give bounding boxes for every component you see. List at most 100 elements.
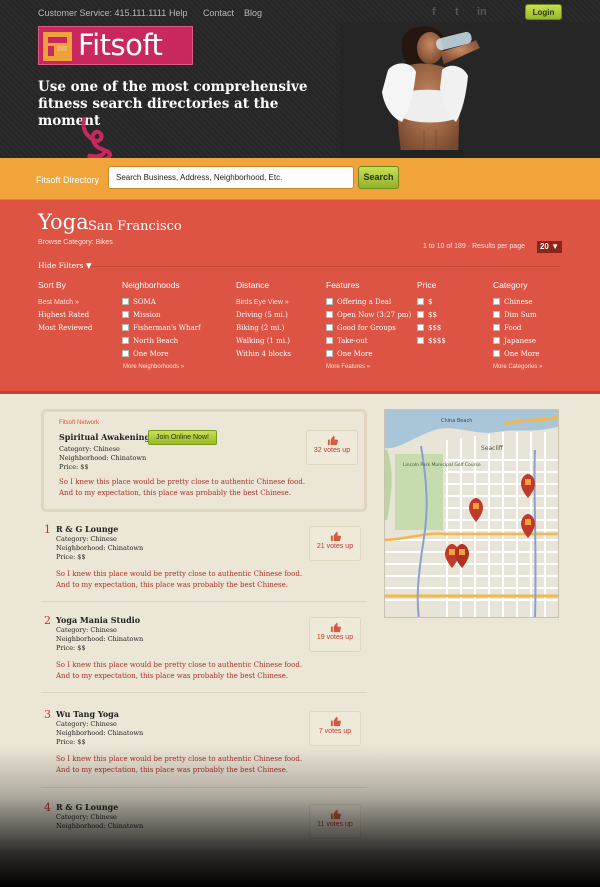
thumbs-up-icon bbox=[330, 809, 341, 820]
checkbox[interactable] bbox=[326, 337, 333, 344]
more-features-link[interactable]: More Features » bbox=[326, 364, 370, 370]
vote-up-button[interactable]: 32 votes up bbox=[306, 430, 358, 465]
map-graphic: China Beach Seacliff Lincoln Park Munici… bbox=[385, 410, 558, 617]
listing-meta: Category: Chinese Neighborhood: Chinatown… bbox=[56, 535, 144, 561]
checkbox[interactable] bbox=[326, 350, 333, 357]
neighborhood-option[interactable]: Fisherman's Wharf bbox=[122, 322, 201, 335]
vote-count: 7 votes up bbox=[318, 728, 352, 735]
distance-option[interactable]: Driving (5 mi.) bbox=[236, 309, 291, 322]
category-option[interactable]: Chinese bbox=[493, 296, 540, 309]
features-title: Features bbox=[326, 280, 360, 290]
checkbox[interactable] bbox=[493, 337, 500, 344]
listing-name[interactable]: Yoga Mania Studio bbox=[56, 615, 140, 625]
list-divider bbox=[41, 787, 367, 788]
twitter-icon[interactable]: t bbox=[455, 6, 459, 18]
search-button[interactable]: Search bbox=[358, 166, 399, 189]
sort-option-highest-rated[interactable]: Highest Rated bbox=[38, 309, 92, 322]
listing-name[interactable]: R & G Lounge bbox=[56, 802, 118, 812]
checkbox[interactable] bbox=[326, 311, 333, 318]
search-input[interactable] bbox=[108, 166, 354, 189]
category-option[interactable]: Japanese bbox=[493, 335, 540, 348]
results-per-page-label: Results per page bbox=[472, 243, 525, 250]
price-option[interactable]: $$$ bbox=[417, 322, 446, 335]
contact-link[interactable]: Contact bbox=[203, 8, 234, 18]
category-option[interactable]: Food bbox=[493, 322, 540, 335]
listing-meta: Category: Chinese Neighborhood: Chinatown bbox=[56, 813, 144, 830]
checkbox[interactable] bbox=[326, 298, 333, 305]
listing-description: So I knew this place would be pretty clo… bbox=[56, 661, 303, 680]
vote-up-button[interactable]: 7 votes up bbox=[309, 711, 361, 746]
results-map[interactable]: China Beach Seacliff Lincoln Park Munici… bbox=[384, 409, 559, 618]
distance-option[interactable]: Biking (2 mi.) bbox=[236, 322, 291, 335]
facebook-icon[interactable]: f bbox=[432, 6, 436, 18]
brand-logo[interactable]: Fitsoft bbox=[38, 26, 193, 65]
feature-option[interactable]: Offering a Deal bbox=[326, 296, 411, 309]
listing-number: 3 bbox=[44, 708, 51, 721]
sort-option-best-match[interactable]: Best Match » bbox=[38, 296, 92, 309]
checkbox[interactable] bbox=[122, 298, 129, 305]
sort-option-most-reviewed[interactable]: Most Reviewed bbox=[38, 322, 92, 335]
vote-up-button[interactable]: 11 votes up bbox=[309, 804, 361, 839]
price-option[interactable]: $ bbox=[417, 296, 446, 309]
feature-option[interactable]: Take-out bbox=[326, 335, 411, 348]
neighborhood-option[interactable]: SOMA bbox=[122, 296, 201, 309]
listing-meta: Category: Chinese Neighborhood: Chinatow… bbox=[59, 445, 147, 471]
price-option[interactable]: $$$$ bbox=[417, 335, 446, 348]
more-neighborhoods-link[interactable]: More Neighborhoods » bbox=[123, 364, 184, 370]
vote-up-button[interactable]: 21 votes up bbox=[309, 526, 361, 561]
per-page-select[interactable]: 20 ▼ bbox=[537, 241, 562, 253]
price-option[interactable]: $$ bbox=[417, 309, 446, 322]
distance-option[interactable]: Walking (1 mi.) bbox=[236, 335, 291, 348]
neighborhood-option[interactable]: North Beach bbox=[122, 335, 201, 348]
listing-name[interactable]: Spiritual Awakening bbox=[59, 432, 150, 442]
join-online-button[interactable]: Join Online Now! bbox=[148, 430, 217, 445]
checkbox[interactable] bbox=[326, 324, 333, 331]
page-title: Yoga bbox=[38, 210, 89, 234]
hide-filters-toggle[interactable]: Hide Filters ▼ bbox=[38, 261, 92, 270]
checkbox[interactable] bbox=[417, 337, 424, 344]
map-label: Lincoln Park Municipal Golf Course bbox=[403, 462, 481, 468]
linkedin-icon[interactable]: in bbox=[477, 6, 487, 18]
checkbox[interactable] bbox=[493, 298, 500, 305]
neighborhood-option[interactable]: Mission bbox=[122, 309, 201, 322]
listing-name[interactable]: Wu Tang Yoga bbox=[56, 709, 119, 719]
checkbox[interactable] bbox=[122, 324, 129, 331]
browse-category: Browse Category: Bikes bbox=[38, 239, 113, 246]
distance-option[interactable]: Within 4 blocks bbox=[236, 348, 291, 361]
vote-count: 19 votes up bbox=[316, 634, 354, 641]
distance-title: Distance bbox=[236, 280, 270, 290]
login-button[interactable]: Login bbox=[525, 4, 562, 20]
blog-link[interactable]: Blog bbox=[244, 8, 262, 18]
feature-option[interactable]: Open Now (3:27 pm) bbox=[326, 309, 411, 322]
featured-listing: Fitsoft Network Spiritual Awakening Join… bbox=[41, 409, 367, 512]
checkbox[interactable] bbox=[417, 298, 424, 305]
checkbox[interactable] bbox=[493, 311, 500, 318]
vote-up-button[interactable]: 19 votes up bbox=[309, 617, 361, 652]
category-option[interactable]: One More bbox=[493, 348, 540, 361]
listing-number: 1 bbox=[44, 523, 51, 536]
swirl-decoration-icon bbox=[81, 117, 113, 158]
listing-description: So I knew this place would be pretty clo… bbox=[59, 478, 306, 497]
vote-count: 11 votes up bbox=[317, 821, 353, 828]
feature-option[interactable]: One More bbox=[326, 348, 411, 361]
checkbox[interactable] bbox=[122, 350, 129, 357]
thumbs-up-icon bbox=[330, 716, 341, 727]
map-marker-icon[interactable] bbox=[469, 498, 483, 522]
checkbox[interactable] bbox=[493, 324, 500, 331]
listing-name[interactable]: R & G Lounge bbox=[56, 524, 118, 534]
help-link[interactable]: Help bbox=[169, 8, 188, 18]
distance-option[interactable]: Birds Eye View » bbox=[236, 296, 291, 309]
checkbox[interactable] bbox=[417, 311, 424, 318]
checkbox[interactable] bbox=[122, 337, 129, 344]
more-categories-link[interactable]: More Categories » bbox=[493, 364, 542, 370]
hero-fitness-photo bbox=[340, 22, 600, 158]
feature-option[interactable]: Good for Groups bbox=[326, 322, 411, 335]
checkbox[interactable] bbox=[493, 350, 500, 357]
neighborhood-option[interactable]: One More bbox=[122, 348, 201, 361]
map-label: China Beach bbox=[441, 418, 472, 424]
checkbox[interactable] bbox=[122, 311, 129, 318]
map-marker-icon[interactable] bbox=[521, 474, 535, 498]
category-option[interactable]: Dim Sum bbox=[493, 309, 540, 322]
checkbox[interactable] bbox=[417, 324, 424, 331]
filter-panel: Yoga San Francisco Browse Category: Bike… bbox=[0, 200, 600, 394]
